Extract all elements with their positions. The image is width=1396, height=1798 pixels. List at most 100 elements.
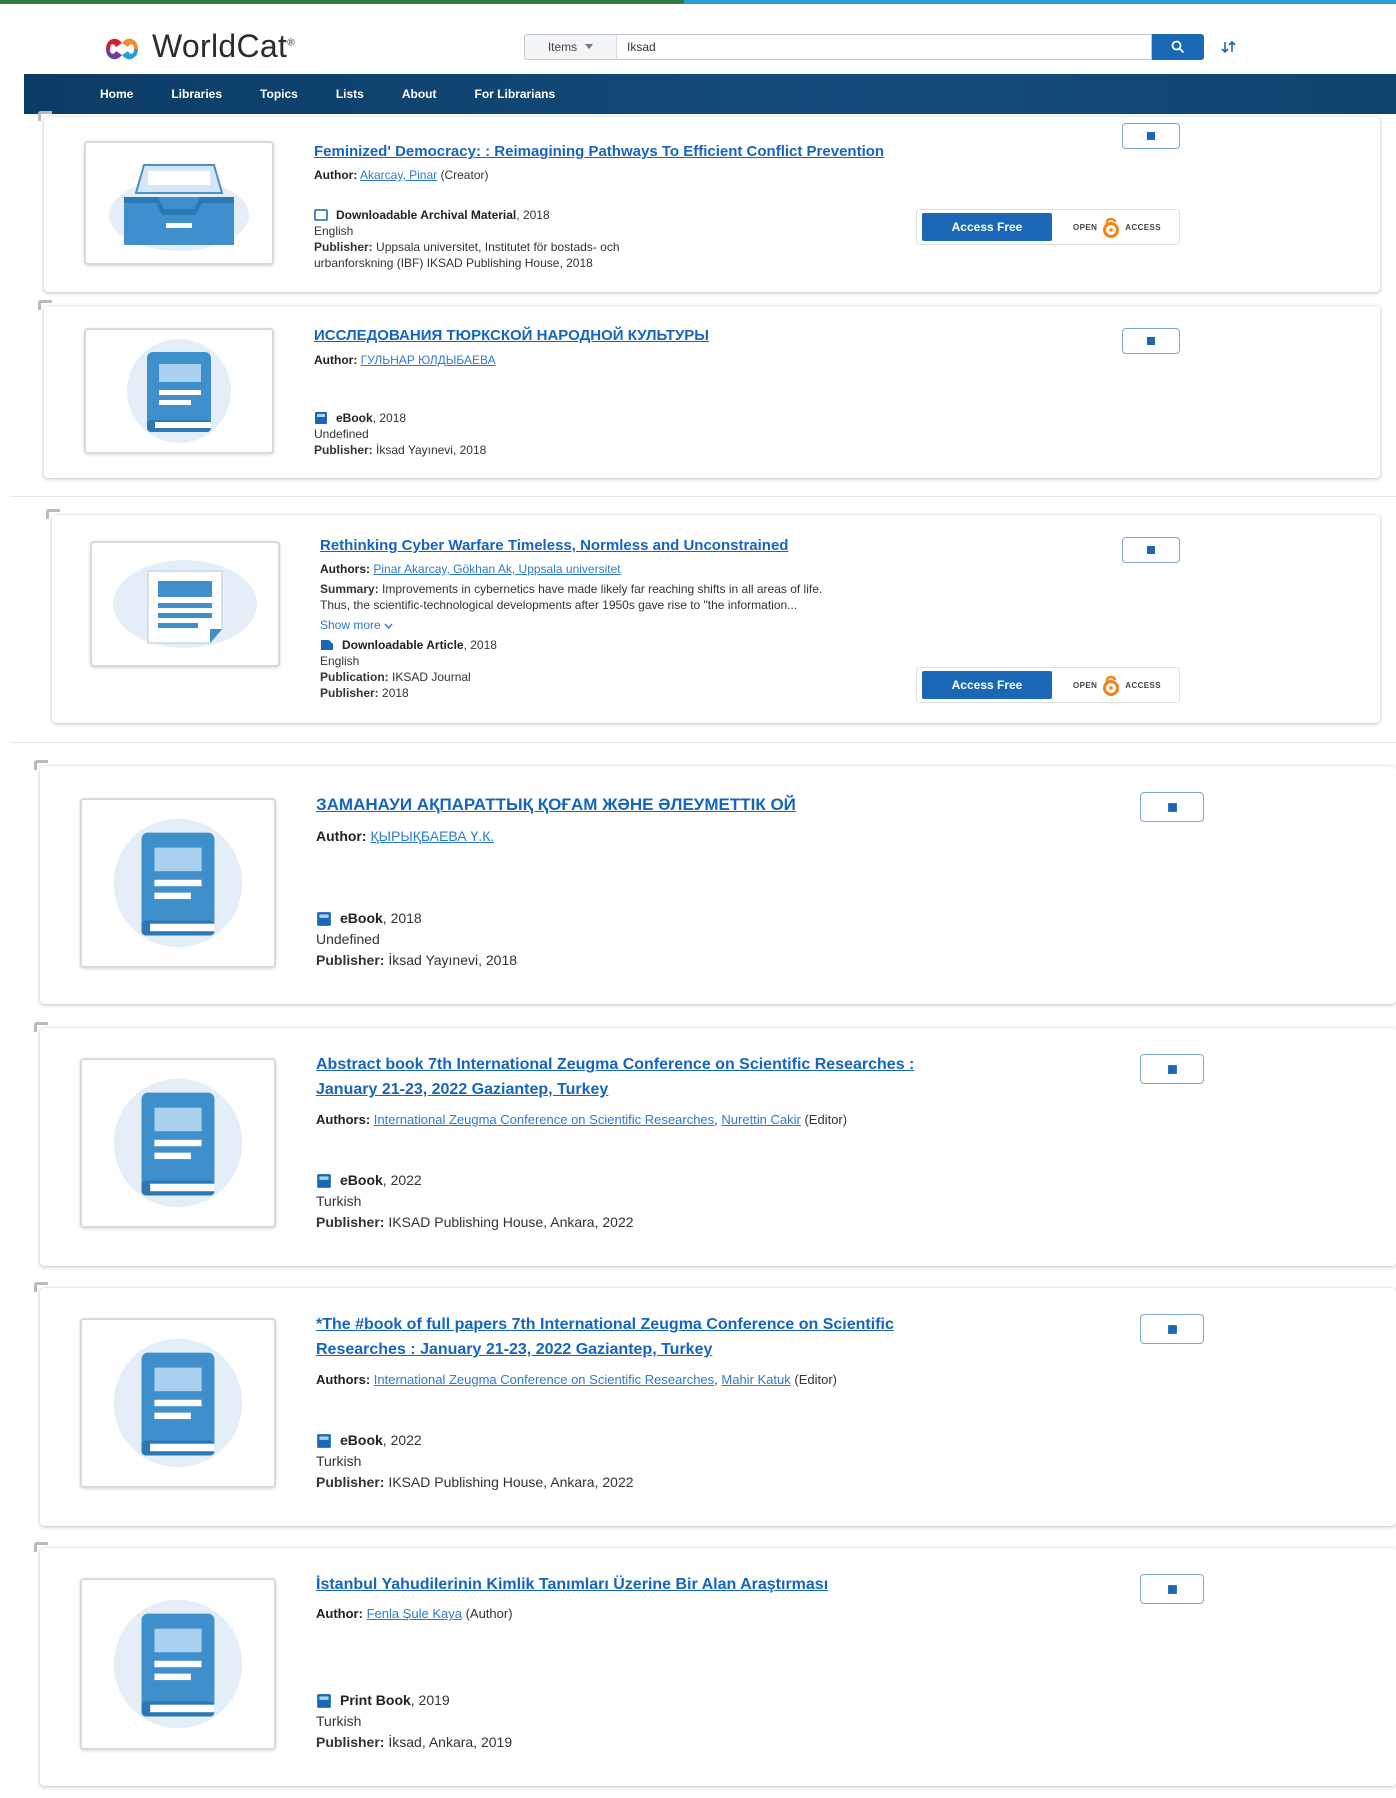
book-icon	[127, 339, 231, 443]
bookmark-icon	[1147, 132, 1155, 140]
access-free-button[interactable]: Access Free	[922, 671, 1052, 699]
open-access-badge: OPEN ACCESS	[1058, 671, 1176, 699]
ebook-icon	[317, 911, 331, 926]
result-thumbnail[interactable]	[80, 1058, 276, 1228]
result-language: Undefined	[314, 427, 369, 441]
author-link[interactable]: Pinar Akarcay, Gökhan Ak, Uppsala univer…	[373, 562, 620, 576]
result-title-link[interactable]: *The #book of full papers 7th Internatio…	[316, 1312, 894, 1362]
chevron-down-icon	[384, 623, 393, 630]
author-link[interactable]: Akarcay, Pinar	[360, 168, 437, 182]
worldcat-logo-icon	[106, 38, 138, 59]
result-format: Print Book, 2019	[316, 1690, 512, 1711]
search-input[interactable]: Iksad	[616, 34, 1152, 60]
result-meta: eBook, 2018 Undefined Publisher: İksad Y…	[314, 410, 486, 458]
save-to-list-button[interactable]	[1122, 328, 1180, 354]
save-to-list-button[interactable]	[1140, 1054, 1204, 1084]
save-to-list-button[interactable]	[1122, 123, 1180, 149]
nav-topics[interactable]: Topics	[260, 87, 298, 101]
result-card: ИССЛЕДОВАНИЯ ТЮРКСКОЙ НАРОДНОЙ КУЛЬТУРЫ …	[38, 300, 1380, 478]
author-link[interactable]: Mahir Katuk	[721, 1372, 790, 1387]
downloadable-icon	[314, 209, 328, 221]
nav-lists[interactable]: Lists	[336, 87, 364, 101]
card-corner	[34, 760, 48, 770]
show-more-link[interactable]: Show more	[320, 618, 393, 632]
result-title-link[interactable]: İstanbul Yahudilerinin Kimlik Tanımları …	[316, 1574, 828, 1596]
save-to-list-button[interactable]	[1140, 1314, 1204, 1344]
result-card: Abstract book 7th International Zeugma C…	[34, 1022, 1396, 1266]
result-authors: Author: Fenla Şule Kaya (Author)	[316, 1606, 513, 1621]
author-link[interactable]: Nurettin Cakir	[721, 1112, 800, 1127]
result-publisher: Publisher: IKSAD Publishing House, Ankar…	[316, 1214, 634, 1230]
access-free-button[interactable]: Access Free	[922, 213, 1052, 241]
bookmark-icon	[1167, 1584, 1177, 1594]
result-authors: Author: Akarcay, Pinar (Creator)	[314, 168, 489, 182]
card-corner	[34, 1022, 48, 1032]
result-language: Undefined	[316, 931, 380, 947]
ebook-icon	[317, 1433, 331, 1448]
result-separator	[10, 742, 1396, 743]
bookmark-icon	[1167, 1324, 1177, 1334]
search-button[interactable]	[1152, 34, 1204, 60]
card-corner	[38, 111, 52, 121]
author-link[interactable]: ҚЫРЫҚБАЕВА Ү.К.	[370, 828, 494, 844]
author-link[interactable]: International Zeugma Conference on Scien…	[374, 1372, 714, 1387]
book-icon	[113, 1599, 243, 1729]
result-format: eBook, 2018	[314, 410, 486, 426]
result-format: Downloadable Article, 2018	[320, 637, 497, 653]
result-language: Turkish	[316, 1193, 362, 1209]
result-card: İstanbul Yahudilerinin Kimlik Tanımları …	[34, 1542, 1396, 1786]
author-link[interactable]: Fenla Şule Kaya	[367, 1606, 462, 1621]
result-card: ЗАМАНАУИ АҚПАРАТТЫҚ ҚОҒАМ ЖӘНЕ ӘЛЕУМЕТТІ…	[34, 760, 1396, 1004]
search-bar: Items Iksad	[524, 34, 1204, 62]
result-thumbnail[interactable]	[90, 541, 280, 667]
result-title-link[interactable]: Rethinking Cyber Warfare Timeless, Norml…	[320, 535, 788, 557]
result-title-link[interactable]: Feminized' Democracy: : Reimagining Path…	[314, 141, 884, 163]
sort-button[interactable]	[1216, 34, 1242, 60]
open-access-badge: OPEN ACCESS	[1058, 213, 1176, 241]
print-book-icon	[317, 1693, 331, 1708]
result-meta: Downloadable Article, 2018 English Publi…	[320, 637, 497, 701]
archive-icon	[109, 164, 249, 251]
result-thumbnail[interactable]	[84, 141, 274, 265]
author-link[interactable]: ГУЛЬНАР ЮЛДЫБАЕВА	[361, 353, 496, 367]
result-format: eBook, 2022	[316, 1430, 634, 1451]
result-publisher: Publisher: İksad Yayınevi, 2018	[316, 952, 518, 968]
result-card: *The #book of full papers 7th Internatio…	[34, 1282, 1396, 1526]
card-corner	[34, 1542, 48, 1552]
result-meta: eBook, 2022 Turkish Publisher: IKSAD Pub…	[316, 1430, 634, 1493]
save-to-list-button[interactable]	[1140, 792, 1204, 822]
nav-for-librarians[interactable]: For Librarians	[475, 87, 556, 101]
result-title-link[interactable]: ЗАМАНАУИ АҚПАРАТТЫҚ ҚОҒАМ ЖӘНЕ ӘЛЕУМЕТТІ…	[316, 794, 796, 816]
result-meta: Print Book, 2019 Turkish Publisher: İksa…	[316, 1690, 512, 1753]
author-link[interactable]: International Zeugma Conference on Scien…	[374, 1112, 714, 1127]
result-format: eBook, 2018	[316, 908, 517, 929]
nav-home[interactable]: Home	[100, 87, 133, 101]
save-to-list-button[interactable]	[1122, 537, 1180, 563]
article-icon	[113, 560, 257, 648]
search-type-select[interactable]: Items	[524, 34, 616, 60]
nav-about[interactable]: About	[402, 87, 437, 101]
result-title-link[interactable]: Abstract book 7th International Zeugma C…	[316, 1052, 914, 1102]
result-thumbnail[interactable]	[84, 328, 274, 454]
result-language: English	[314, 224, 354, 238]
result-title-link[interactable]: ИССЛЕДОВАНИЯ ТЮРКСКОЙ НАРОДНОЙ КУЛЬТУРЫ	[314, 325, 709, 347]
book-icon	[113, 1078, 243, 1208]
sort-icon	[1221, 40, 1236, 54]
result-thumbnail[interactable]	[80, 1578, 276, 1750]
result-card: Feminized' Democracy: : Reimagining Path…	[38, 111, 1380, 292]
result-language: English	[320, 654, 360, 668]
book-icon	[113, 1338, 243, 1468]
result-format: eBook, 2022	[316, 1170, 634, 1191]
nav-libraries[interactable]: Libraries	[171, 87, 222, 101]
result-separator	[10, 496, 1396, 497]
save-to-list-button[interactable]	[1140, 1574, 1204, 1604]
result-thumbnail[interactable]	[80, 798, 276, 968]
result-summary: Summary: Improvements in cybernetics hav…	[320, 582, 823, 612]
result-thumbnail[interactable]	[80, 1318, 276, 1488]
article-format-icon	[321, 640, 333, 650]
card-corner	[38, 300, 52, 310]
chevron-down-icon	[585, 44, 594, 49]
worldcat-logo[interactable]: WorldCat®	[100, 28, 295, 65]
result-authors: Authors: Pinar Akarcay, Gökhan Ak, Uppsa…	[320, 562, 621, 576]
card-corner	[46, 509, 60, 519]
